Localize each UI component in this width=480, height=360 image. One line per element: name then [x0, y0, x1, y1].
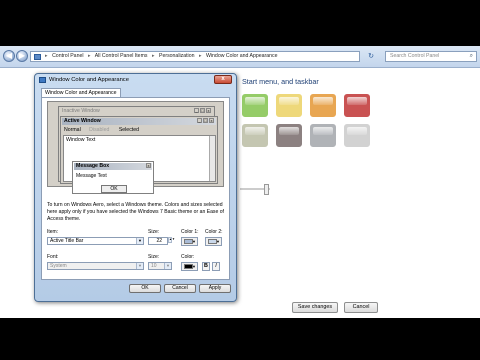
color-swatch[interactable]	[344, 94, 370, 117]
forward-button[interactable]: ▶	[16, 50, 28, 62]
search-placeholder: Search Control Panel	[390, 53, 440, 59]
color-swatch[interactable]	[242, 94, 268, 117]
breadcrumb-control-panel[interactable]: Control Panel	[52, 53, 83, 59]
apply-button[interactable]: Apply	[199, 284, 231, 293]
message-text: Message Text	[76, 173, 107, 179]
color-swatch[interactable]	[276, 124, 302, 147]
tab-panel: Inactive Window _ □ x Active Window _ □ …	[41, 97, 230, 280]
color-swatch[interactable]	[276, 94, 302, 117]
appearance-preview[interactable]: Inactive Window _ □ x Active Window _ □ …	[47, 101, 224, 194]
minimize-icon: _	[194, 108, 199, 113]
preview-ok-button[interactable]: OK	[101, 185, 127, 193]
back-button[interactable]: ◀	[3, 50, 15, 62]
chevron-down-icon: ▼	[192, 264, 196, 269]
color1-label: Color 1:	[181, 229, 199, 235]
font-size-value: 10	[151, 263, 157, 269]
appearance-dialog: Window Color and Appearance x Window Col…	[34, 73, 237, 302]
search-icon[interactable]: ⌕	[470, 52, 473, 61]
preview-message-box[interactable]: Message Box x Message Text OK	[72, 161, 154, 194]
size-spinner[interactable]: ▲▼	[168, 237, 175, 243]
intensity-slider-thumb[interactable]	[264, 184, 269, 195]
breadcrumb-all-items[interactable]: All Control Panel Items	[95, 53, 148, 59]
message-box-title[interactable]: Message Box	[74, 163, 152, 170]
color1-button[interactable]: ▼	[181, 237, 198, 246]
close-button[interactable]: x	[214, 75, 232, 84]
dialog-icon	[39, 77, 46, 83]
color-swatch[interactable]	[310, 94, 336, 117]
item-size-field[interactable]: 22	[148, 237, 168, 245]
explorer-window: ◀ ▶ ▸ Control Panel ▸ All Control Panel …	[0, 46, 480, 318]
save-changes-button[interactable]: Save changes	[292, 302, 338, 313]
font-color-button[interactable]: ▼	[181, 262, 198, 271]
color-swatch[interactable]	[242, 124, 268, 147]
chevron-down-icon: ▼	[136, 238, 143, 244]
italic-button[interactable]: I	[212, 262, 220, 271]
control-panel-icon	[34, 53, 41, 60]
close-icon: x	[146, 163, 151, 168]
bold-button[interactable]: B	[202, 262, 210, 271]
aero-description: To turn on Windows Aero, select a Window…	[47, 202, 224, 223]
refresh-icon[interactable]: ↻	[366, 51, 376, 62]
ok-button[interactable]: OK	[129, 284, 161, 293]
minimize-icon: _	[197, 118, 202, 123]
menu-selected[interactable]: Selected	[118, 127, 140, 133]
tab-window-color[interactable]: Window Color and Appearance	[41, 88, 121, 97]
preview-menu-bar: Normal Disabled Selected	[64, 127, 147, 133]
font-value: System	[50, 263, 67, 269]
item-size-value: 22	[156, 238, 162, 244]
search-input[interactable]: Search Control Panel ⌕	[385, 51, 477, 62]
font-size-label: Size:	[148, 254, 160, 260]
maximize-icon: □	[203, 118, 208, 123]
address-bar[interactable]: ▸ Control Panel ▸ All Control Panel Item…	[30, 51, 360, 62]
breadcrumb-window-color[interactable]: Window Color and Appearance	[206, 53, 278, 59]
breadcrumb-separator: ▸	[87, 53, 91, 59]
color2-button[interactable]: ▼	[205, 237, 222, 246]
font-size-dropdown[interactable]: 10 ▼	[148, 262, 172, 270]
dialog-title: Window Color and Appearance	[49, 77, 129, 83]
breadcrumb-personalization[interactable]: Personalization	[159, 53, 194, 59]
close-icon: x	[206, 108, 211, 113]
item-label: Item:	[47, 229, 59, 235]
color-swatch[interactable]	[310, 124, 336, 147]
cancel-button[interactable]: Cancel	[344, 302, 378, 313]
color2-label: Color 2:	[205, 229, 223, 235]
font-color-label: Color:	[181, 254, 195, 260]
color-swatch[interactable]	[344, 124, 370, 147]
close-icon: x	[209, 118, 214, 123]
breadcrumb-separator: ▸	[151, 53, 155, 59]
menu-normal[interactable]: Normal	[64, 127, 81, 133]
item-dropdown[interactable]: Active Title Bar ▼	[47, 237, 144, 245]
font-dropdown[interactable]: System ▼	[47, 262, 144, 270]
dialog-cancel-button[interactable]: Cancel	[164, 284, 196, 293]
menu-disabled[interactable]: Disabled	[89, 127, 109, 133]
item-size-label: Size:	[148, 229, 160, 235]
chevron-down-icon: ▼	[216, 239, 220, 244]
breadcrumb-separator: ▸	[45, 53, 48, 59]
inactive-title-bar[interactable]: Inactive Window	[60, 108, 213, 115]
chevron-down-icon: ▼	[136, 263, 143, 269]
chevron-down-icon: ▼	[192, 239, 196, 244]
page-heading: Start menu, and taskbar	[242, 77, 319, 86]
maximize-icon: □	[200, 108, 205, 113]
active-title-bar[interactable]: Active Window	[62, 118, 216, 125]
item-value: Active Title Bar	[50, 238, 84, 244]
window-text: Window Text	[66, 137, 96, 143]
navigation-bar: ◀ ▶ ▸ Control Panel ▸ All Control Panel …	[0, 46, 480, 68]
font-label: Font:	[47, 254, 59, 260]
chevron-down-icon: ▼	[164, 263, 171, 269]
preview-scrollbar[interactable]	[209, 136, 215, 181]
breadcrumb-separator: ▸	[198, 53, 202, 59]
